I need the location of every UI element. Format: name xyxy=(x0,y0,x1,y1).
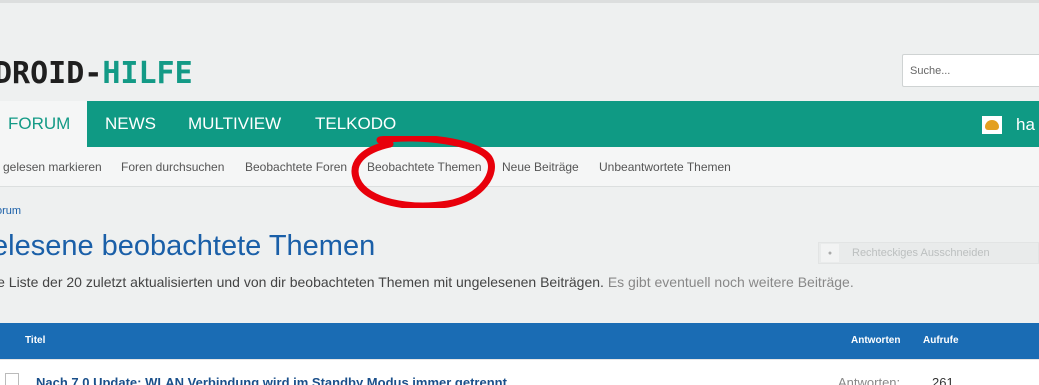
subnav-watched-threads[interactable]: Beobachtete Themen xyxy=(367,147,482,187)
tab-news[interactable]: NEWS xyxy=(105,101,156,147)
snip-rectangle-icon[interactable]: ● xyxy=(821,244,839,262)
logo-text-teal: HILFE xyxy=(102,56,193,91)
subnav-unanswered-threads[interactable]: Unbeantwortete Themen xyxy=(599,147,731,187)
search-field[interactable] xyxy=(902,54,1039,87)
avatar[interactable] xyxy=(982,116,1002,134)
main-nav: FORUM NEWS MULTIVIEW TELKODO xyxy=(0,101,1039,147)
snip-tool-overlay[interactable]: ● Rechteckiges Ausschneiden xyxy=(818,242,1039,264)
replies-count: 261 xyxy=(932,375,954,385)
description-text: ie Liste der 20 zuletzt aktualisierten u… xyxy=(0,274,604,290)
tab-forum[interactable]: FORUM xyxy=(0,101,88,147)
username[interactable]: ha xyxy=(1016,115,1035,135)
description-muted-text: Es gibt eventuell noch weitere Beiträge. xyxy=(607,274,854,290)
subnav-mark-read[interactable]: gelesen markieren xyxy=(3,147,102,187)
site-logo[interactable]: DROID-HILFE xyxy=(0,56,193,92)
thread-title-link[interactable]: Nach 7.0 Update: WLAN Verbindung wird im… xyxy=(36,375,507,385)
tab-multiview[interactable]: MULTIVIEW xyxy=(188,101,281,147)
subnav-watched-forums[interactable]: Beobachtete Foren xyxy=(245,147,347,187)
col-title-header[interactable]: Titel xyxy=(25,323,45,359)
table-row[interactable]: Nach 7.0 Update: WLAN Verbindung wird im… xyxy=(0,359,1039,385)
tab-telkodo[interactable]: TELKODO xyxy=(315,101,396,147)
replies-label: Antworten: xyxy=(838,375,901,385)
page-title: elesene beobachtete Themen xyxy=(0,230,376,262)
search-input[interactable] xyxy=(903,55,1039,86)
thread-table-header: Titel Antworten Aufrufe xyxy=(0,323,1039,359)
row-select-checkbox[interactable] xyxy=(5,373,19,385)
page-description: ie Liste der 20 zuletzt aktualisierten u… xyxy=(0,274,854,290)
col-views-header[interactable]: Aufrufe xyxy=(923,323,959,359)
col-replies-header[interactable]: Antworten xyxy=(851,323,900,359)
breadcrumb[interactable]: orum xyxy=(0,205,21,217)
user-menu[interactable]: ha xyxy=(982,115,1035,135)
logo-text-dark: DROID- xyxy=(0,56,103,91)
subnav-new-posts[interactable]: Neue Beiträge xyxy=(502,147,579,187)
avatar-hat-icon xyxy=(985,120,999,130)
top-border xyxy=(0,0,1039,3)
snip-tool-label: Rechteckiges Ausschneiden xyxy=(852,247,990,259)
sub-nav: gelesen markieren Foren durchsuchen Beob… xyxy=(0,147,1039,187)
subnav-search-forums[interactable]: Foren durchsuchen xyxy=(121,147,224,187)
